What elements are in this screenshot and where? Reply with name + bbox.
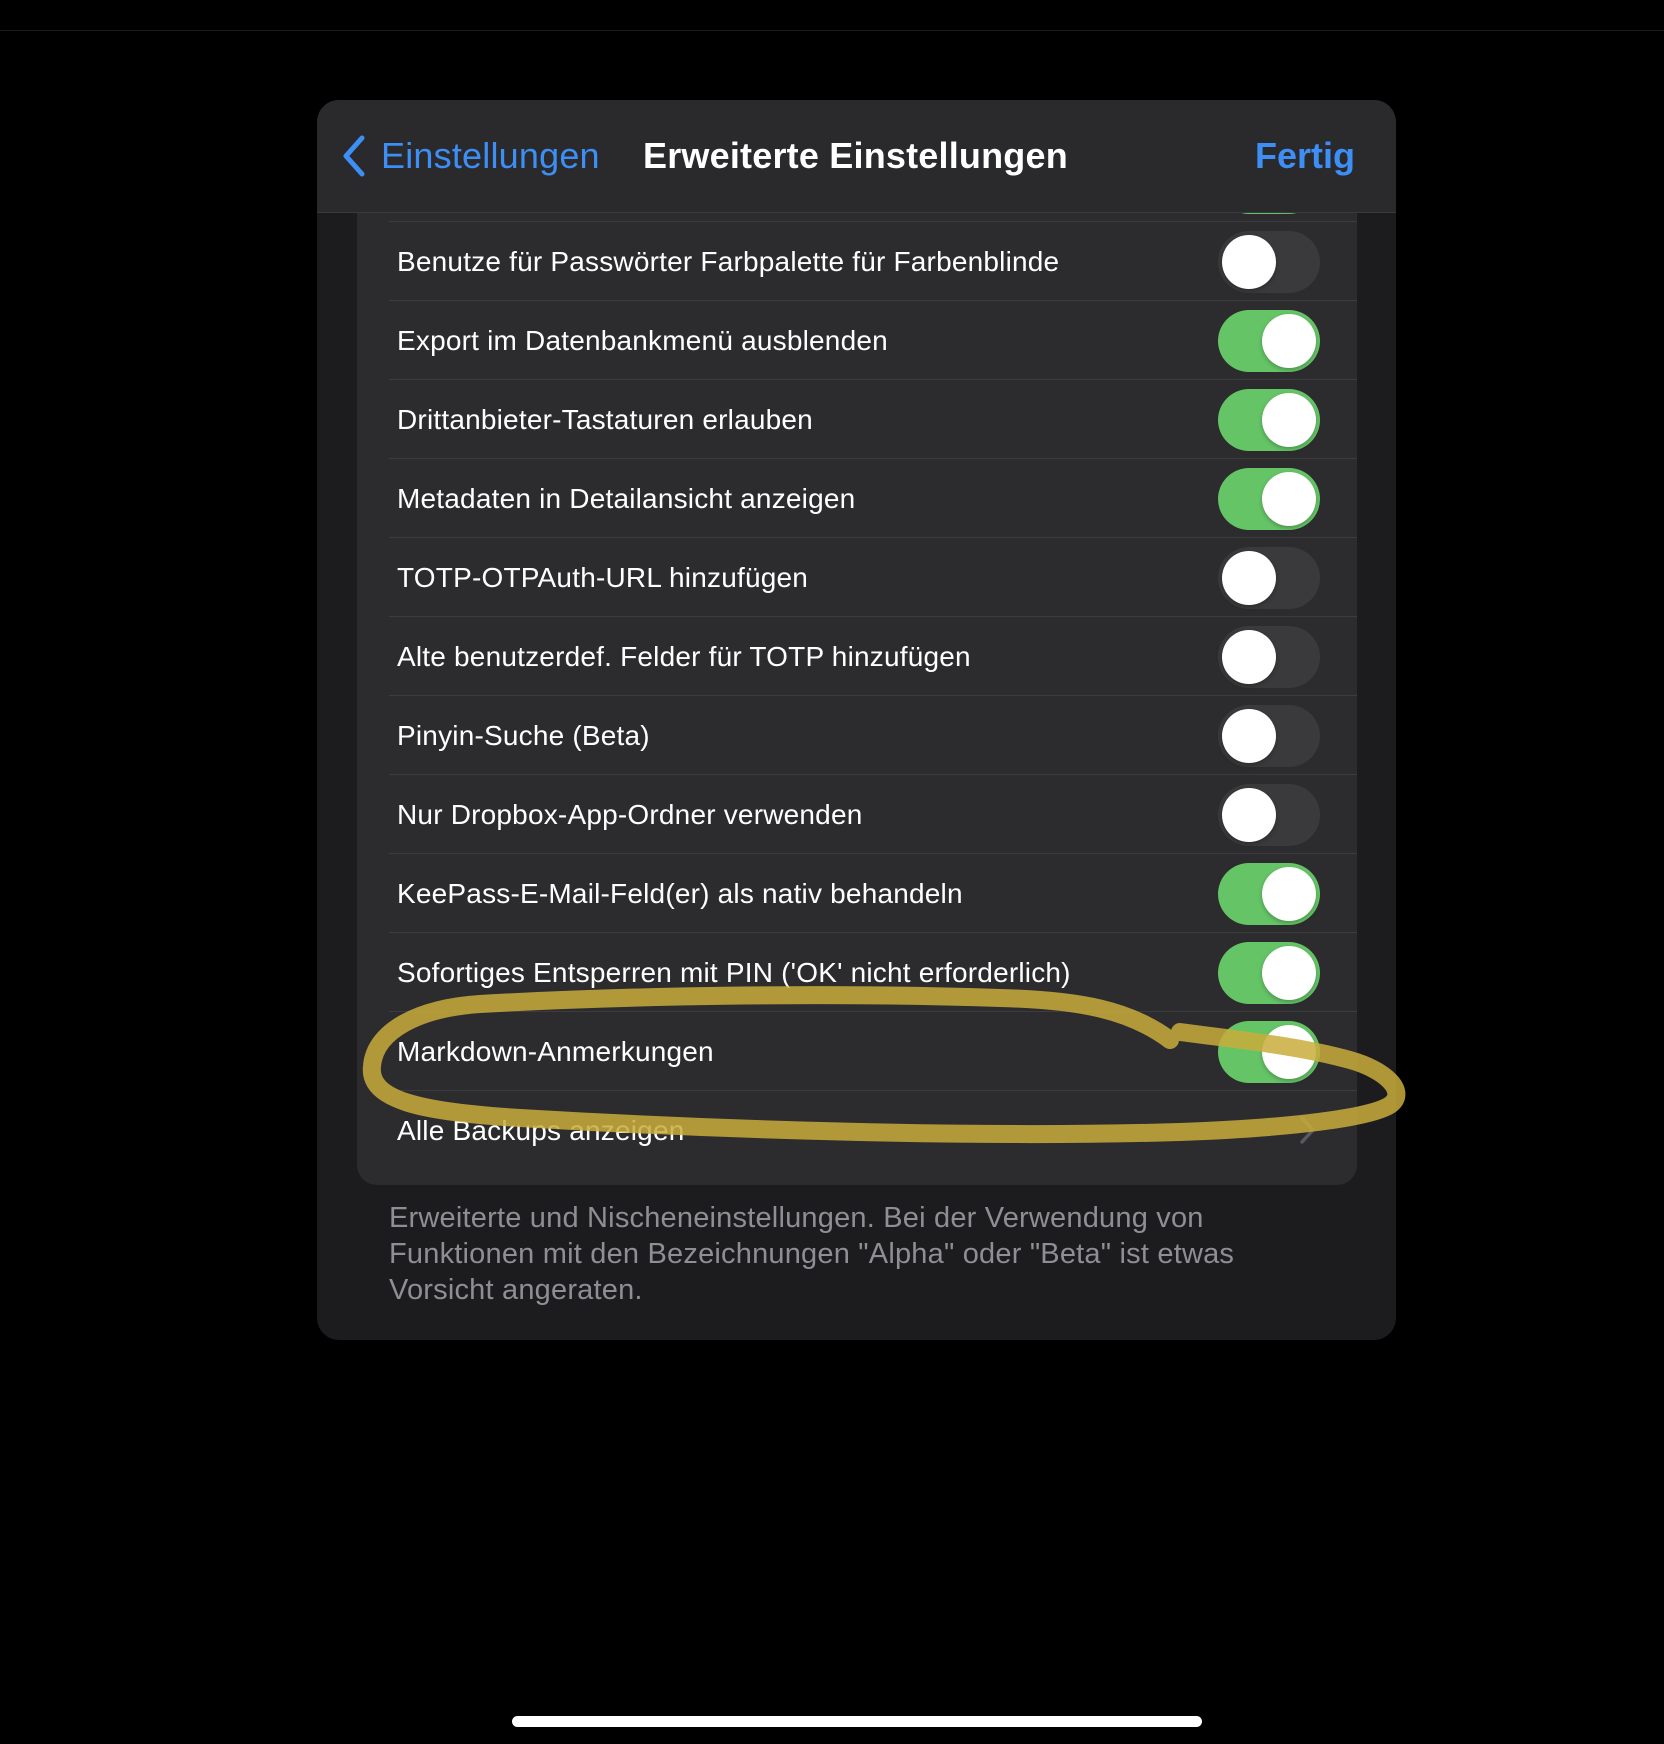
- settings-group: Benutze für Passwörter Farbpalette für F…: [357, 160, 1357, 1185]
- settings-row-dropbox-app-folder[interactable]: Nur Dropbox-App-Ordner verwenden: [357, 775, 1357, 854]
- settings-row-pinyin-search[interactable]: Pinyin-Suche (Beta): [357, 696, 1357, 775]
- row-label: Alle Backups anzeigen: [397, 1115, 685, 1146]
- toggle-knob: [1262, 393, 1316, 447]
- row-label: Pinyin-Suche (Beta): [397, 720, 650, 751]
- toggle-knob: [1262, 314, 1316, 368]
- legacy-totp-fields-toggle[interactable]: [1218, 626, 1320, 688]
- row-label: Benutze für Passwörter Farbpalette für F…: [397, 246, 1060, 277]
- settings-row-instant-pin-unlock[interactable]: Sofortiges Entsperren mit PIN ('OK' nich…: [357, 933, 1357, 1012]
- row-label: Sofortiges Entsperren mit PIN ('OK' nich…: [397, 957, 1071, 988]
- toggle-knob: [1222, 630, 1276, 684]
- status-bar-divider: [0, 30, 1664, 31]
- toggle-knob: [1222, 235, 1276, 289]
- settings-row-totp-otpauth-url[interactable]: TOTP-OTPAuth-URL hinzufügen: [357, 538, 1357, 617]
- navigation-bar: Einstellungen Erweiterte Einstellungen F…: [317, 100, 1396, 213]
- row-label: Markdown-Anmerkungen: [397, 1036, 714, 1067]
- row-label: Nur Dropbox-App-Ordner verwenden: [397, 799, 863, 830]
- toggle-knob: [1222, 788, 1276, 842]
- settings-row-legacy-totp-fields[interactable]: Alte benutzerdef. Felder für TOTP hinzuf…: [357, 617, 1357, 696]
- markdown-notes-toggle[interactable]: [1218, 1021, 1320, 1083]
- toggle-knob: [1222, 709, 1276, 763]
- home-indicator: [512, 1716, 1202, 1727]
- settings-row-show-all-backups[interactable]: Alle Backups anzeigen: [357, 1091, 1357, 1170]
- dropbox-app-folder-toggle[interactable]: [1218, 784, 1320, 846]
- row-label: KeePass-E-Mail-Feld(er) als nativ behand…: [397, 878, 963, 909]
- settings-row-colorblind-palette[interactable]: Benutze für Passwörter Farbpalette für F…: [357, 222, 1357, 301]
- toggle-knob: [1262, 472, 1316, 526]
- toggle-knob: [1262, 1025, 1316, 1079]
- toggle-knob: [1222, 551, 1276, 605]
- colorblind-palette-toggle[interactable]: [1218, 231, 1320, 293]
- settings-row-markdown-notes[interactable]: Markdown-Anmerkungen: [357, 1012, 1357, 1091]
- settings-row-metadata-detail[interactable]: Metadaten in Detailansicht anzeigen: [357, 459, 1357, 538]
- back-label: Einstellungen: [381, 135, 600, 176]
- keepass-email-toggle[interactable]: [1218, 863, 1320, 925]
- metadata-detail-toggle[interactable]: [1218, 468, 1320, 530]
- hide-export-toggle[interactable]: [1218, 310, 1320, 372]
- settings-sheet: Benutze für Passwörter Farbpalette für F…: [317, 100, 1396, 1340]
- instant-pin-unlock-toggle[interactable]: [1218, 942, 1320, 1004]
- totp-otpauth-url-toggle[interactable]: [1218, 547, 1320, 609]
- row-label: Export im Datenbankmenü ausblenden: [397, 325, 888, 356]
- settings-row-keepass-email[interactable]: KeePass-E-Mail-Feld(er) als nativ behand…: [357, 854, 1357, 933]
- pinyin-search-toggle[interactable]: [1218, 705, 1320, 767]
- row-label: Metadaten in Detailansicht anzeigen: [397, 483, 856, 514]
- row-label: TOTP-OTPAuth-URL hinzufügen: [397, 562, 809, 593]
- row-label: Drittanbieter-Tastaturen erlauben: [397, 404, 813, 435]
- chevron-right-icon: [1299, 1115, 1317, 1150]
- chevron-left-icon: [341, 134, 367, 178]
- toggle-knob: [1262, 867, 1316, 921]
- back-button[interactable]: Einstellungen: [341, 128, 600, 184]
- row-label: Alte benutzerdef. Felder für TOTP hinzuf…: [397, 641, 971, 672]
- toggle-knob: [1262, 946, 1316, 1000]
- footer-note: Erweiterte und Nischeneinstellungen. Bei…: [389, 1202, 1235, 1306]
- settings-row-hide-export[interactable]: Export im Datenbankmenü ausblenden: [357, 301, 1357, 380]
- settings-row-third-party-keyboards[interactable]: Drittanbieter-Tastaturen erlauben: [357, 380, 1357, 459]
- third-party-keyboards-toggle[interactable]: [1218, 389, 1320, 451]
- page-title: Erweiterte Einstellungen: [643, 135, 1068, 176]
- done-button[interactable]: Fertig: [1255, 128, 1355, 184]
